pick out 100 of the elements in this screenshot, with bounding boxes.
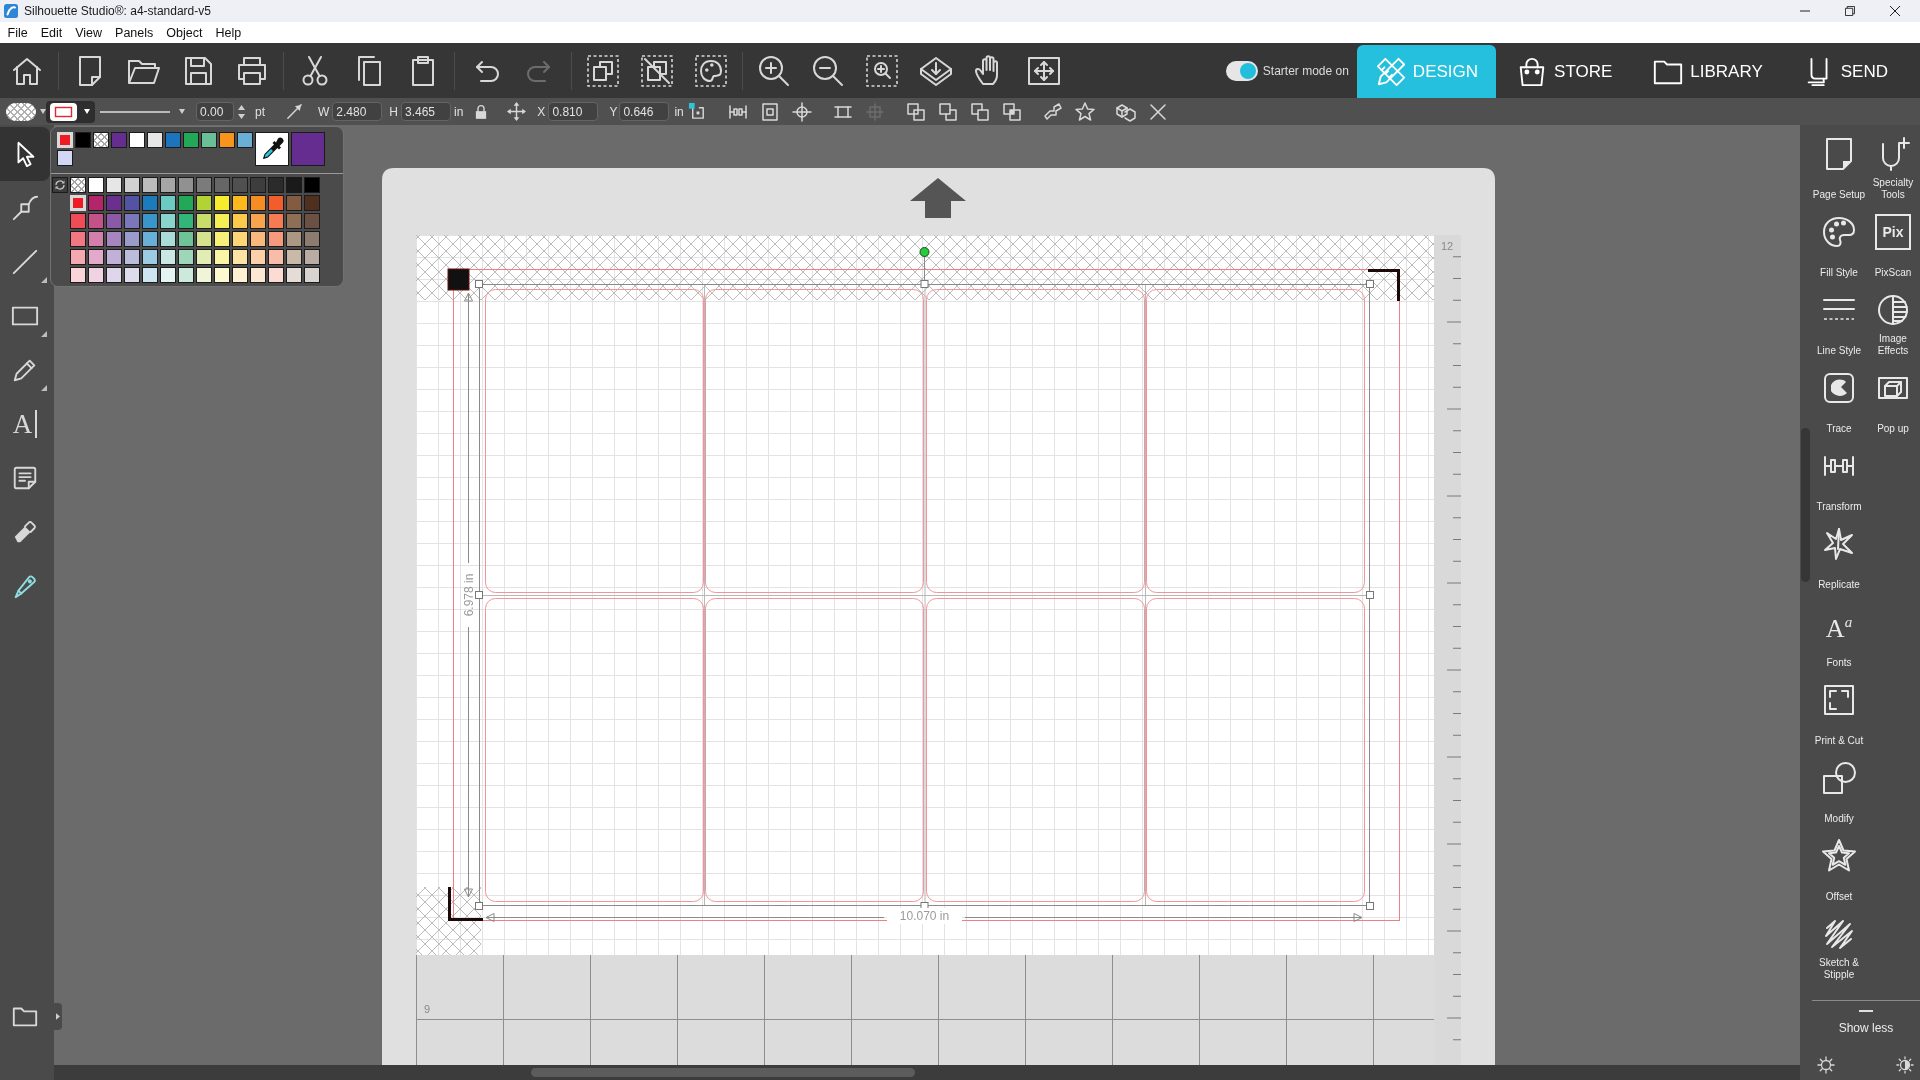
panel-button[interactable]: Sketch & Stipple bbox=[1812, 910, 1866, 988]
color-swatch[interactable] bbox=[214, 231, 230, 247]
color-swatch[interactable] bbox=[88, 231, 104, 247]
color-swatch[interactable] bbox=[165, 132, 181, 148]
color-swatch[interactable] bbox=[286, 249, 302, 265]
page-center-button[interactable] bbox=[759, 101, 780, 122]
color-swatch[interactable] bbox=[106, 177, 122, 193]
color-swatch[interactable] bbox=[268, 213, 284, 229]
path-shape-button[interactable] bbox=[1042, 101, 1063, 122]
overlap-squares-button[interactable] bbox=[969, 101, 990, 122]
panel-button[interactable]: Page Setup bbox=[1812, 130, 1866, 208]
resize-handle[interactable] bbox=[920, 280, 929, 288]
panel-button[interactable]: Transform bbox=[1812, 442, 1866, 520]
color-swatch[interactable] bbox=[70, 249, 86, 265]
star-button[interactable] bbox=[1074, 101, 1095, 122]
color-swatch[interactable] bbox=[232, 267, 248, 283]
color-swatch[interactable] bbox=[88, 213, 104, 229]
color-swatch[interactable] bbox=[250, 231, 266, 247]
panel-button[interactable]: Specialty Tools bbox=[1866, 130, 1920, 208]
color-swatch[interactable] bbox=[214, 213, 230, 229]
color-swatch[interactable] bbox=[124, 267, 140, 283]
menu-item[interactable]: Edit bbox=[34, 23, 69, 42]
color-swatch[interactable] bbox=[183, 132, 199, 148]
color-swatch[interactable] bbox=[214, 249, 230, 265]
panel-button[interactable]: Pix PixScan bbox=[1866, 208, 1920, 286]
color-swatch[interactable] bbox=[142, 177, 158, 193]
color-swatch[interactable] bbox=[286, 195, 302, 211]
color-swatch[interactable] bbox=[124, 249, 140, 265]
color-swatch[interactable] bbox=[142, 267, 158, 283]
resize-handle[interactable] bbox=[1366, 591, 1374, 599]
color-swatch[interactable] bbox=[232, 177, 248, 193]
color-swatch[interactable] bbox=[286, 267, 302, 283]
show-less-button[interactable]: Show less bbox=[1838, 1010, 1894, 1035]
color-swatch[interactable] bbox=[160, 195, 176, 211]
panel-button[interactable]: Line Style bbox=[1812, 286, 1866, 364]
tool-button[interactable]: A bbox=[0, 397, 50, 451]
color-swatch[interactable] bbox=[124, 231, 140, 247]
color-swatch[interactable] bbox=[286, 213, 302, 229]
tool-button[interactable] bbox=[0, 127, 50, 181]
menu-item[interactable]: Panels bbox=[108, 23, 160, 42]
color-swatch[interactable] bbox=[142, 195, 158, 211]
rotate-handle[interactable] bbox=[919, 247, 930, 281]
overlap-squares-button[interactable] bbox=[937, 101, 958, 122]
color-swatch[interactable] bbox=[178, 231, 194, 247]
color-swatch[interactable] bbox=[88, 195, 104, 211]
no-color-swatch[interactable] bbox=[93, 132, 109, 148]
color-swatch[interactable] bbox=[196, 177, 212, 193]
panel-expand-tab[interactable] bbox=[54, 1003, 62, 1030]
eyedropper-button[interactable] bbox=[255, 132, 289, 166]
overlap-squares-button[interactable] bbox=[905, 101, 926, 122]
color-swatch[interactable] bbox=[232, 195, 248, 211]
panel-button[interactable]: Image Effects bbox=[1866, 286, 1920, 364]
color-swatch[interactable] bbox=[250, 195, 266, 211]
color-swatch[interactable] bbox=[196, 213, 212, 229]
panel-button[interactable]: Print & Cut bbox=[1812, 676, 1866, 754]
color-swatch[interactable] bbox=[160, 249, 176, 265]
color-swatch[interactable] bbox=[268, 177, 284, 193]
color-swatch[interactable] bbox=[250, 213, 266, 229]
color-swatch[interactable] bbox=[201, 132, 217, 148]
panel-button[interactable]: Offset bbox=[1812, 832, 1866, 910]
color-swatch[interactable] bbox=[70, 213, 86, 229]
resize-handle[interactable] bbox=[475, 591, 483, 599]
x-position-field[interactable]: 0.810 bbox=[548, 102, 599, 121]
resize-handle[interactable] bbox=[475, 902, 483, 910]
menu-item[interactable]: Object bbox=[159, 23, 209, 42]
color-swatch[interactable] bbox=[304, 213, 320, 229]
nav-tab[interactable]: LIBRARY bbox=[1632, 45, 1783, 98]
color-swatch[interactable] bbox=[178, 195, 194, 211]
y-position-field[interactable]: 0.646 bbox=[619, 102, 670, 121]
panel-button[interactable]: Pop up bbox=[1866, 364, 1920, 442]
color-swatch[interactable] bbox=[232, 231, 248, 247]
color-swatch[interactable] bbox=[214, 195, 230, 211]
sun-moon-icon[interactable] bbox=[1896, 1056, 1914, 1074]
nav-tab[interactable]: STORE bbox=[1496, 45, 1633, 98]
color-swatch[interactable] bbox=[304, 177, 320, 193]
fill-color-swatch[interactable] bbox=[6, 102, 36, 121]
panel-button[interactable]: Replicate bbox=[1812, 520, 1866, 598]
color-swatch[interactable] bbox=[196, 195, 212, 211]
color-swatch[interactable] bbox=[88, 177, 104, 193]
color-swatch[interactable] bbox=[178, 267, 194, 283]
color-swatch[interactable] bbox=[196, 231, 212, 247]
color-swatch[interactable] bbox=[57, 150, 73, 166]
no-color-swatch[interactable] bbox=[70, 177, 86, 193]
color-swatch[interactable] bbox=[178, 177, 194, 193]
menu-item[interactable]: View bbox=[68, 23, 109, 42]
width-field[interactable]: 2.480 bbox=[332, 102, 383, 121]
color-swatch[interactable] bbox=[124, 195, 140, 211]
color-swatch[interactable] bbox=[268, 249, 284, 265]
height-field[interactable]: 3.465 bbox=[401, 102, 451, 121]
resize-handle[interactable] bbox=[475, 280, 483, 288]
panel-button[interactable]: Modify bbox=[1812, 754, 1866, 832]
line-color-button[interactable] bbox=[46, 100, 95, 123]
color-swatch[interactable] bbox=[232, 249, 248, 265]
color-swatch[interactable] bbox=[142, 213, 158, 229]
color-swatch[interactable] bbox=[129, 132, 145, 148]
color-swatch[interactable] bbox=[304, 195, 320, 211]
scrollbar-thumb[interactable] bbox=[1801, 428, 1810, 582]
color-swatch[interactable] bbox=[147, 132, 163, 148]
color-swatch[interactable] bbox=[178, 249, 194, 265]
color-swatch[interactable] bbox=[106, 213, 122, 229]
